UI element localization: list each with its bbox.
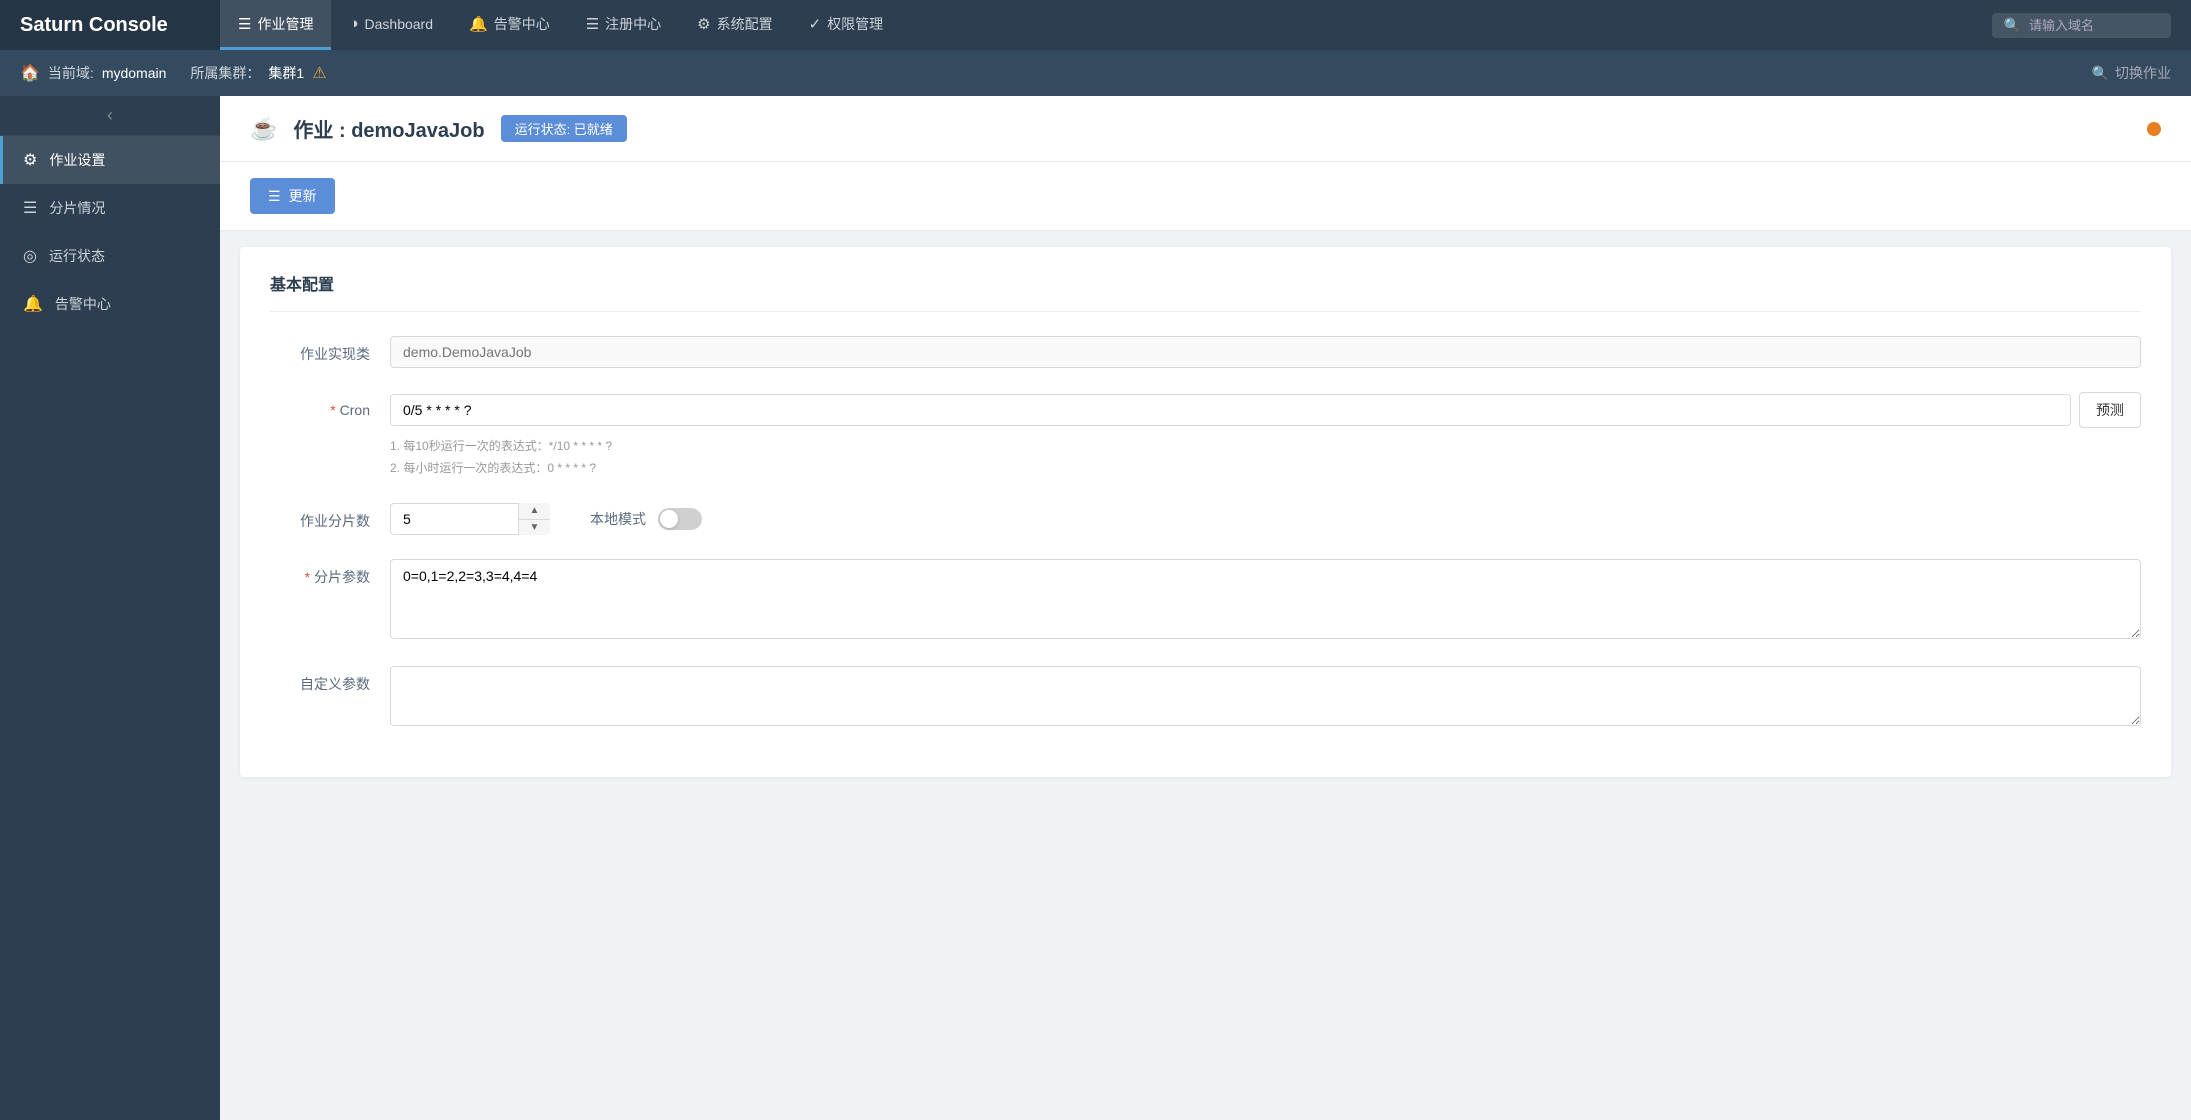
nav-tab-permission-mgmt[interactable]: ✓ 权限管理	[791, 0, 902, 50]
job-class-label: 作业实现类	[270, 336, 390, 365]
search-icon: 🔍	[2004, 17, 2021, 34]
shards-decrement-button[interactable]: ▼	[519, 520, 550, 536]
form-area: 基本配置 作业实现类 Cron 预测 1. 每10秒运行一次的表达式：*/10	[240, 247, 2171, 777]
cron-input[interactable]	[390, 394, 2071, 426]
domain-label: 当前域:	[48, 63, 94, 83]
sidebar-icon-alert-center: 🔔	[23, 294, 43, 314]
switch-job-icon: 🔍	[2092, 65, 2109, 82]
shards-increment-button[interactable]: ▲	[519, 503, 550, 520]
sidebar-collapse-button[interactable]: ‹	[0, 96, 220, 136]
cron-hints: 1. 每10秒运行一次的表达式：*/10 * * * * ? 2. 每小时运行一…	[390, 436, 2141, 479]
job-class-input[interactable]	[390, 336, 2141, 368]
shard-params-label: 分片参数	[270, 559, 390, 588]
shards-row: 作业分片数 ▲ ▼ 本地模式	[270, 503, 2141, 535]
java-job-icon: ☕	[250, 116, 277, 142]
update-label: 更新	[289, 186, 317, 206]
update-button[interactable]: ☰ 更新	[250, 178, 335, 214]
tab-label-permission-mgmt: 权限管理	[827, 14, 883, 34]
brand-title: Saturn Console	[20, 14, 168, 37]
switch-job[interactable]: 🔍 切换作业	[2092, 63, 2171, 83]
domain-value: mydomain	[102, 65, 167, 81]
warning-icon[interactable]: ⚠	[312, 63, 326, 83]
toolbar: ☰ 更新	[220, 162, 2191, 231]
sub-nav: 🏠 当前域: mydomain 所属集群： 集群1 ⚠ 🔍 切换作业	[0, 50, 2191, 96]
job-title: 作业 : demoJavaJob	[293, 114, 484, 143]
job-class-control	[390, 336, 2141, 368]
local-mode-toggle[interactable]	[658, 508, 702, 530]
cron-hint-2: 2. 每小时运行一次的表达式：0 * * * * ?	[390, 458, 2141, 480]
job-class-row: 作业实现类	[270, 336, 2141, 368]
domain-info: 🏠 当前域: mydomain 所属集群： 集群1 ⚠	[20, 63, 327, 83]
tab-label-registry-center: 注册中心	[605, 14, 661, 34]
tab-icon-system-config: ⚙	[697, 15, 710, 33]
shards-input-wrap: ▲ ▼	[390, 503, 550, 535]
brand: Saturn Console	[0, 0, 220, 50]
custom-params-label: 自定义参数	[270, 666, 390, 695]
cluster-label: 所属集群：	[190, 63, 260, 83]
predict-button[interactable]: 预测	[2079, 392, 2141, 428]
top-nav: Saturn Console ☰ 作业管理 ◑ Dashboard 🔔 告警中心 ☰ 注册中心…	[0, 0, 2191, 50]
sidebar-label-run-status: 运行状态	[49, 246, 105, 266]
sidebar: ‹ ⚙ 作业设置 ☰ 分片情况 ◎ 运行状态 🔔 告警中心	[0, 96, 220, 1120]
sidebar-item-alert-center[interactable]: 🔔 告警中心	[0, 280, 220, 328]
cron-label: Cron	[270, 392, 390, 421]
main-wrapper: ‹ ⚙ 作业设置 ☰ 分片情况 ◎ 运行状态 🔔 告警中心 ☕ 作业 : demoJavaJo…	[0, 96, 2191, 1120]
nav-tab-system-config[interactable]: ⚙ 系统配置	[679, 0, 790, 50]
nav-tab-registry-center[interactable]: ☰ 注册中心	[568, 0, 679, 50]
sidebar-item-run-status[interactable]: ◎ 运行状态	[0, 232, 220, 280]
cron-row: Cron 预测 1. 每10秒运行一次的表达式：*/10 * * * * ? 2…	[270, 392, 2141, 479]
tab-icon-job-management: ☰	[238, 15, 251, 33]
shard-params-textarea[interactable]: 0=0,1=2,2=3,3=4,4=4	[390, 559, 2141, 639]
sidebar-label-alert-center: 告警中心	[55, 294, 111, 314]
section-title: 基本配置	[270, 271, 2141, 312]
sidebar-label-job-settings: 作业设置	[49, 150, 105, 170]
job-title-prefix: 作业 :	[293, 120, 351, 142]
sidebar-icon-shard-status: ☰	[23, 198, 37, 218]
custom-params-textarea[interactable]	[390, 666, 2141, 726]
sidebar-icon-job-settings: ⚙	[23, 150, 37, 170]
sidebar-label-shard-status: 分片情况	[49, 198, 105, 218]
tab-label-job-management: 作业管理	[257, 14, 313, 34]
shard-params-control: 0=0,1=2,2=3,3=4,4=4	[390, 559, 2141, 642]
tab-icon-permission-mgmt: ✓	[809, 15, 822, 33]
job-name: demoJavaJob	[351, 120, 484, 142]
cron-control: 预测 1. 每10秒运行一次的表达式：*/10 * * * * ? 2. 每小时…	[390, 392, 2141, 479]
shards-stepper: ▲ ▼	[518, 503, 550, 535]
local-mode: 本地模式	[590, 508, 702, 530]
nav-tabs: ☰ 作业管理 ◑ Dashboard 🔔 告警中心 ☰ 注册中心 ⚙ 系统配置 ✓ 权限管理	[220, 0, 1992, 50]
sidebar-icon-run-status: ◎	[23, 246, 37, 266]
tab-icon-dashboard: ◑	[349, 15, 358, 32]
custom-params-row: 自定义参数	[270, 666, 2141, 729]
custom-params-control	[390, 666, 2141, 729]
shards-label: 作业分片数	[270, 503, 390, 532]
status-badge: 运行状态: 已就绪	[501, 115, 627, 142]
cluster-value: 集群1	[268, 63, 304, 83]
orange-indicator	[2147, 122, 2161, 136]
sidebar-item-shard-status[interactable]: ☰ 分片情况	[0, 184, 220, 232]
local-mode-label: 本地模式	[590, 509, 646, 529]
domain-search-input[interactable]	[2029, 18, 2159, 33]
nav-tab-job-management[interactable]: ☰ 作业管理	[220, 0, 331, 50]
update-icon: ☰	[268, 188, 281, 205]
tab-label-system-config: 系统配置	[717, 14, 773, 34]
sidebar-item-job-settings[interactable]: ⚙ 作业设置	[0, 136, 220, 184]
shards-inner-row: ▲ ▼ 本地模式	[390, 503, 2141, 535]
collapse-icon: ‹	[107, 105, 113, 126]
tab-icon-registry-center: ☰	[586, 15, 599, 33]
nav-tab-alert-center-tab[interactable]: 🔔 告警中心	[451, 0, 568, 50]
home-icon: 🏠	[20, 63, 40, 83]
switch-job-label: 切换作业	[2115, 63, 2171, 83]
nav-tab-dashboard[interactable]: ◑ Dashboard	[331, 0, 451, 50]
shards-control: ▲ ▼ 本地模式	[390, 503, 2141, 535]
tab-icon-alert-center-tab: 🔔	[469, 15, 488, 33]
cron-hint-1: 1. 每10秒运行一次的表达式：*/10 * * * * ?	[390, 436, 2141, 458]
search-area[interactable]: 🔍	[1992, 13, 2171, 38]
content-area: ☕ 作业 : demoJavaJob 运行状态: 已就绪 ☰ 更新 基本配置 作…	[220, 96, 2191, 1120]
tab-label-alert-center-tab: 告警中心	[494, 14, 550, 34]
tab-label-dashboard: Dashboard	[365, 16, 434, 32]
page-header: ☕ 作业 : demoJavaJob 运行状态: 已就绪	[220, 96, 2191, 162]
cron-wrap: 预测	[390, 392, 2141, 428]
shard-params-row: 分片参数 0=0,1=2,2=3,3=4,4=4	[270, 559, 2141, 642]
